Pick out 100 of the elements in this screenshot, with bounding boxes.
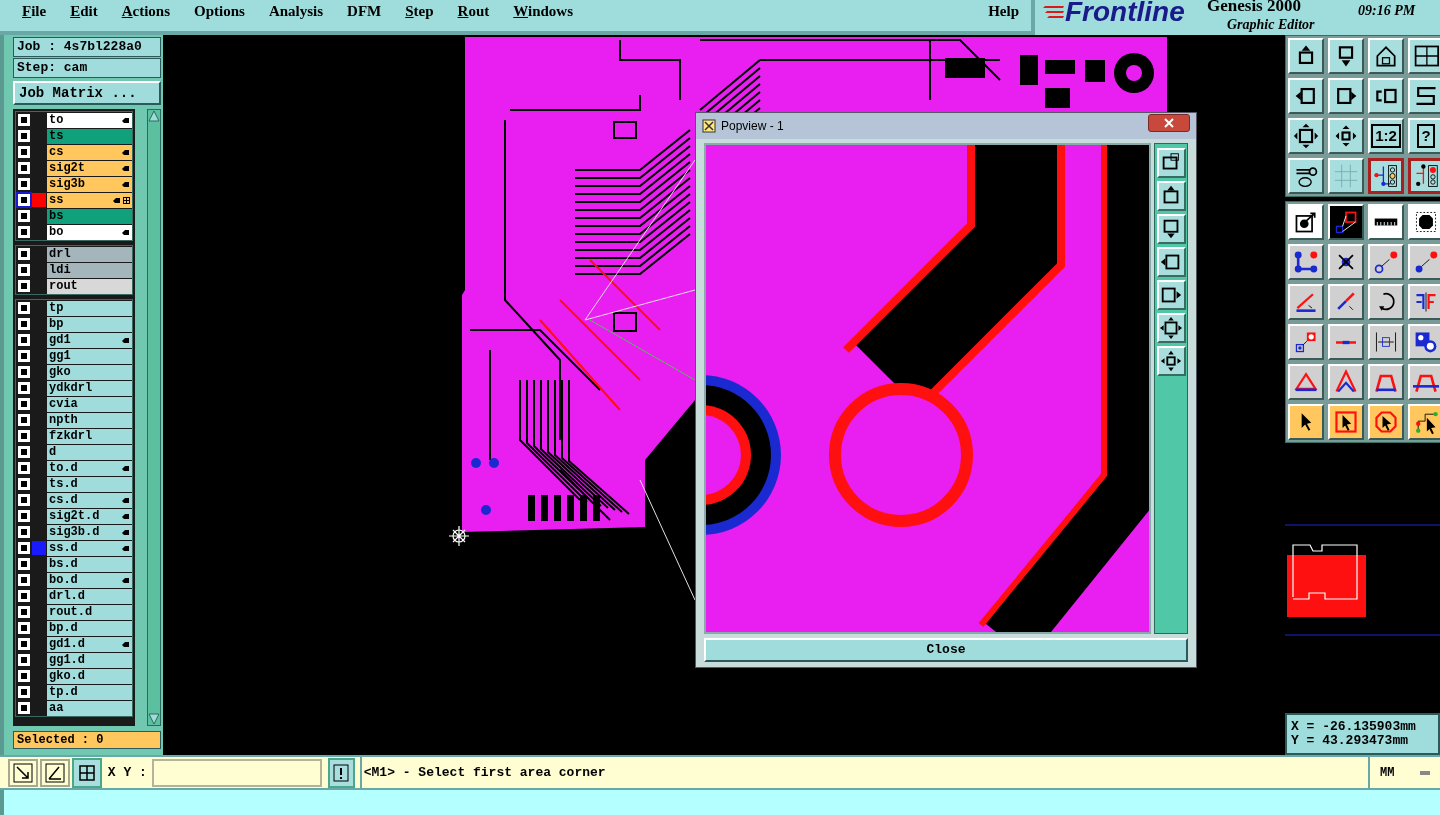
layer-row[interactable]: drl xyxy=(47,246,132,262)
layer-row[interactable]: tp xyxy=(47,300,132,316)
scroll-up-icon[interactable] xyxy=(148,110,160,122)
tool-button[interactable] xyxy=(71,757,102,788)
layer-checkbox[interactable] xyxy=(18,302,30,314)
xy-field[interactable] xyxy=(151,758,322,787)
layer-row[interactable]: gko xyxy=(47,364,132,380)
menu-item[interactable]: Rout xyxy=(457,0,490,23)
layer-checkbox[interactable] xyxy=(18,590,30,602)
layer-checkbox[interactable] xyxy=(18,264,30,276)
close-button[interactable] xyxy=(1148,114,1190,132)
job-label: Job : 4s7bl228a0 xyxy=(13,37,161,57)
layer-checkbox[interactable] xyxy=(18,248,30,260)
layer-checkbox[interactable] xyxy=(18,130,30,142)
execute-button[interactable] xyxy=(327,757,355,788)
layer-checkbox[interactable] xyxy=(18,654,30,666)
layer-row[interactable]: ydkdrl xyxy=(47,380,132,396)
layer-row[interactable]: sig3b.d xyxy=(47,524,132,540)
menu-item[interactable]: Analysis xyxy=(268,0,324,23)
layer-checkbox[interactable] xyxy=(18,574,30,586)
job-matrix-button[interactable]: Job Matrix ... xyxy=(13,81,161,105)
menu-item[interactable]: Edit xyxy=(70,0,98,23)
layer-checkbox[interactable] xyxy=(18,382,30,394)
layer-checkbox[interactable] xyxy=(18,558,30,570)
layer-checkbox[interactable] xyxy=(18,542,30,554)
layer-row[interactable]: rout.d xyxy=(47,604,132,620)
layer-row[interactable]: sig2t xyxy=(47,160,132,176)
layer-row[interactable]: cs xyxy=(47,144,132,160)
layer-row[interactable]: sig3b xyxy=(47,176,132,192)
layer-row[interactable]: ldi xyxy=(47,262,132,278)
layer-checkbox[interactable] xyxy=(18,494,30,506)
tool-button[interactable] xyxy=(8,758,38,787)
layer-row[interactable]: gg1 xyxy=(47,348,132,364)
layer-row[interactable]: cvia xyxy=(47,396,132,412)
layer-row[interactable]: bo.d xyxy=(47,572,132,588)
layer-row[interactable]: to.d xyxy=(47,460,132,476)
layer-checkbox[interactable] xyxy=(18,446,30,458)
menu-item[interactable]: Step xyxy=(405,0,434,23)
layer-row[interactable]: gko.d xyxy=(47,668,132,684)
layer-row[interactable]: ts.d xyxy=(47,476,132,492)
layer-row[interactable]: drl.d xyxy=(47,588,132,604)
layer-row[interactable]: to xyxy=(47,112,132,128)
layer-checkbox[interactable] xyxy=(18,526,30,538)
layer-row[interactable]: bs.d xyxy=(47,556,132,572)
scrollbar[interactable] xyxy=(147,109,161,726)
layer-checkbox[interactable] xyxy=(18,670,30,682)
layer-checkbox[interactable] xyxy=(18,226,30,238)
layer-checkbox[interactable] xyxy=(18,398,30,410)
layer-checkbox[interactable] xyxy=(18,702,30,714)
layer-row[interactable]: gd1.d xyxy=(47,636,132,652)
layer-row[interactable]: cs.d xyxy=(47,492,132,508)
layer-checkbox[interactable] xyxy=(18,638,30,650)
layer-row[interactable]: gd1 xyxy=(47,332,132,348)
tool-button[interactable] xyxy=(39,758,70,787)
layer-row[interactable]: rout xyxy=(47,278,132,294)
layer-row[interactable]: d xyxy=(47,444,132,460)
layer-row[interactable]: tp.d xyxy=(47,684,132,700)
tool-button[interactable]: ? xyxy=(1408,118,1440,154)
layer-row[interactable]: fzkdrl xyxy=(47,428,132,444)
layer-row[interactable]: ts xyxy=(47,128,132,144)
layer-checkbox[interactable] xyxy=(18,318,30,330)
menu-item[interactable]: File xyxy=(22,0,47,23)
tool-button[interactable] xyxy=(1368,158,1404,194)
layer-row[interactable]: gg1.d xyxy=(47,652,132,668)
layer-row[interactable]: sig2t.d xyxy=(47,508,132,524)
menu-item[interactable]: Actions xyxy=(121,0,171,23)
layer-checkbox[interactable] xyxy=(18,334,30,346)
layer-checkbox[interactable] xyxy=(18,280,30,292)
menu-item[interactable]: DFM xyxy=(347,0,382,23)
layer-checkbox[interactable] xyxy=(18,350,30,362)
layer-row[interactable]: aa xyxy=(47,700,132,716)
layer-checkbox[interactable] xyxy=(18,510,30,522)
layer-row[interactable]: bs xyxy=(47,208,132,224)
layer-row[interactable]: npth xyxy=(47,412,132,428)
menu-item[interactable]: Options xyxy=(194,0,245,23)
layer-checkbox[interactable] xyxy=(18,162,30,174)
layer-checkbox[interactable] xyxy=(18,462,30,474)
tool-button[interactable] xyxy=(1408,158,1440,194)
layer-row[interactable]: bo xyxy=(47,224,132,240)
scroll-down-icon[interactable] xyxy=(148,713,160,725)
layer-checkbox[interactable] xyxy=(18,606,30,618)
layer-name: gd1 xyxy=(49,333,72,347)
menu-item[interactable]: Windows xyxy=(513,0,574,23)
layer-checkbox[interactable] xyxy=(18,146,30,158)
close-button[interactable]: Close xyxy=(704,638,1188,662)
layer-checkbox[interactable] xyxy=(18,686,30,698)
layer-checkbox[interactable] xyxy=(18,478,30,490)
layer-checkbox[interactable] xyxy=(18,366,30,378)
layer-row[interactable]: ss xyxy=(47,192,132,208)
layer-checkbox[interactable] xyxy=(18,114,30,126)
layer-row[interactable]: ss.d xyxy=(47,540,132,556)
layer-checkbox[interactable] xyxy=(18,178,30,190)
layer-row[interactable]: bp.d xyxy=(47,620,132,636)
layer-checkbox[interactable] xyxy=(18,210,30,222)
layer-checkbox[interactable] xyxy=(18,622,30,634)
layer-checkbox[interactable] xyxy=(18,414,30,426)
tool-button[interactable]: 1:2 xyxy=(1368,118,1404,154)
layer-row[interactable]: bp xyxy=(47,316,132,332)
help-menu[interactable]: Help xyxy=(988,0,1019,23)
layer-checkbox[interactable] xyxy=(18,430,30,442)
